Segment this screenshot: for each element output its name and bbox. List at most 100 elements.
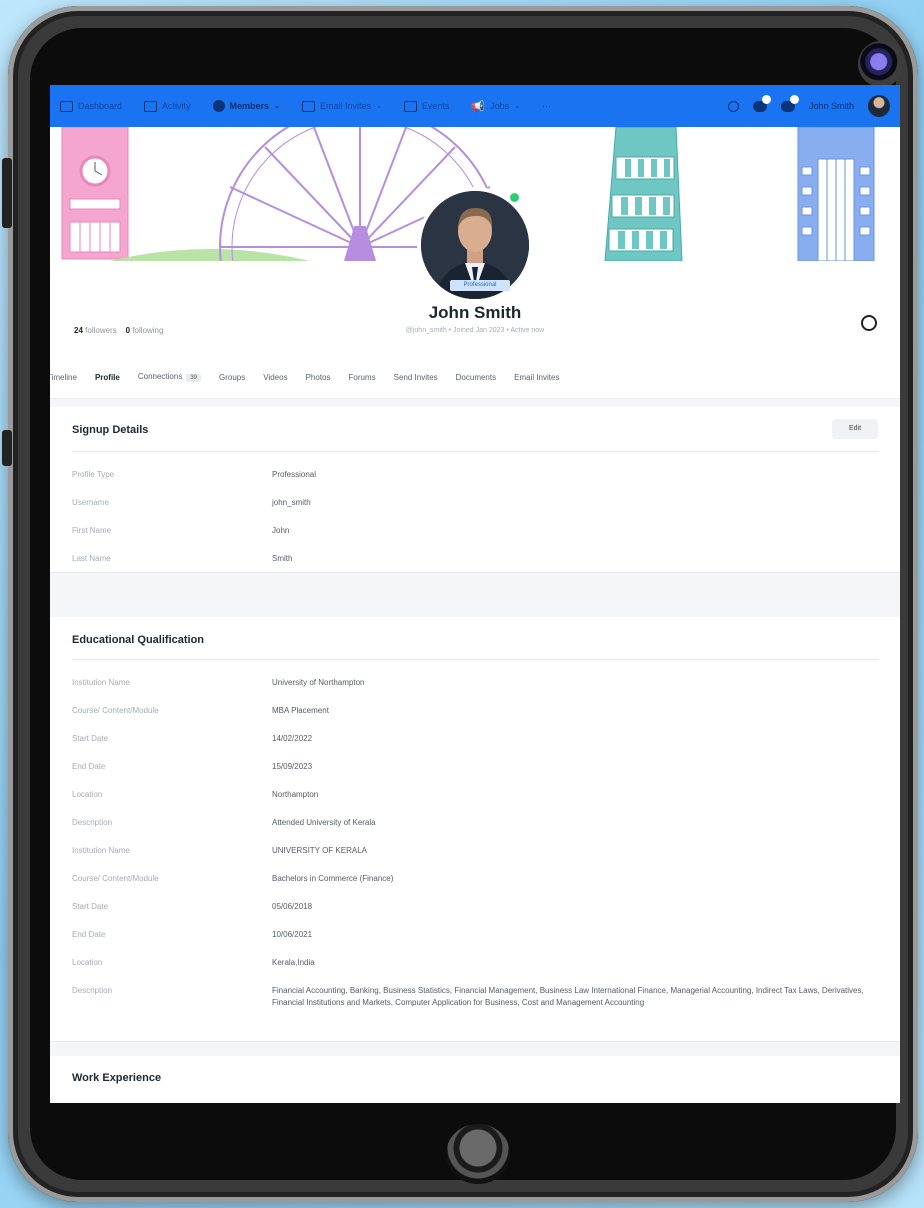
field-value: John: [272, 526, 290, 535]
signup-details-title: Signup Details: [72, 424, 149, 436]
skyscraper-illustration: [797, 127, 875, 261]
field-label: End Date: [72, 762, 106, 771]
monitor-icon: [60, 100, 73, 112]
following-label[interactable]: following: [132, 326, 163, 335]
field-label: Institution Name: [72, 846, 130, 855]
work-experience-title: Work Experience: [72, 1072, 162, 1084]
field-label: Course/ Content/Module: [72, 874, 159, 883]
field-value: 14/02/2022: [272, 734, 313, 743]
detail-row: Username john_smith: [72, 497, 878, 525]
calendar-icon: [403, 100, 417, 112]
user-name[interactable]: John Smith: [809, 101, 854, 111]
detail-row: End Date 15/09/2023: [72, 761, 878, 789]
tab-videos[interactable]: Videos: [263, 373, 287, 382]
tab-forums[interactable]: Forums: [348, 373, 375, 382]
tab-photos[interactable]: Photos: [306, 373, 331, 382]
profile-name: John Smith: [428, 303, 522, 322]
detail-row: Course/ Content/Module MBA Placement: [72, 705, 878, 733]
work-experience-card: Work Experience: [50, 1056, 900, 1103]
nav-item-members[interactable]: Members ⌄: [212, 100, 280, 112]
tab-label: Connections: [137, 372, 183, 381]
field-value: University of Northampton: [272, 678, 365, 687]
notifications-icon[interactable]: [780, 94, 799, 112]
tab-send-invites[interactable]: Send Invites: [394, 373, 438, 382]
field-value: Bachelors in Commerce (Finance): [272, 874, 394, 883]
leaning-tower-illustration: [604, 127, 683, 261]
field-label: End Date: [72, 930, 106, 939]
tab-profile[interactable]: Profile: [95, 373, 120, 382]
detail-row: Location Kerala,India: [72, 957, 878, 985]
field-value: UNIVERSITY OF KERALA: [272, 846, 367, 855]
activity-icon: [144, 100, 158, 112]
field-label: Start Date: [72, 734, 109, 743]
detail-row: Course/ Content/Module Bachelors in Comme…: [72, 873, 878, 901]
nav-more[interactable]: ···: [542, 101, 551, 111]
detail-row: Profile Type Professional: [72, 469, 878, 497]
field-label: Location: [72, 958, 103, 967]
signup-rows: Profile Type Professional Username john_sm…: [72, 469, 878, 581]
nav-item-jobs[interactable]: 📢 Jobs ⌄: [471, 100, 520, 113]
followers-label[interactable]: followers: [85, 326, 117, 335]
messages-icon[interactable]: [752, 94, 771, 112]
education-rows: Institution Name University of Northampto…: [72, 677, 878, 1009]
nav-right: John Smith: [727, 94, 890, 117]
tab-email-invites[interactable]: Email Invites: [514, 373, 559, 382]
field-value: Northampton: [272, 790, 319, 799]
profile-type-badge: Professional: [450, 280, 510, 291]
nav-item-label: Activity: [162, 101, 191, 111]
profile-meta: @john_smith • Joined Jan 2023 • Active n…: [405, 327, 545, 334]
nav-item-label: Jobs: [490, 101, 510, 111]
nav-item-label: Dashboard: [78, 101, 123, 111]
detail-row: End Date 10/06/2021: [72, 929, 878, 957]
mail-icon: [301, 100, 315, 112]
field-label: Description: [72, 986, 113, 995]
following-count: 0: [125, 326, 131, 335]
field-label: Location: [72, 790, 103, 799]
field-label: Last Name: [72, 554, 111, 563]
nav-item-events[interactable]: Events: [403, 100, 450, 112]
volume-down-button[interactable]: [2, 430, 12, 466]
field-value: 05/06/2018: [272, 902, 313, 911]
avatar[interactable]: [868, 95, 890, 117]
field-label: Profile Type: [72, 470, 115, 479]
field-value: MBA Placement: [272, 706, 329, 715]
message-icon[interactable]: [861, 315, 877, 331]
tab-documents[interactable]: Documents: [456, 373, 496, 382]
nav-item-label: Events: [421, 101, 450, 111]
detail-row: Last Name Smith: [72, 553, 878, 581]
edit-button[interactable]: Edit: [832, 419, 878, 439]
education-title: Educational Qualification: [72, 634, 205, 646]
education-card: Educational Qualification Institution Na…: [50, 617, 900, 1042]
field-label: Institution Name: [72, 678, 130, 687]
field-value: Attended University of Kerala: [272, 818, 376, 827]
search-icon[interactable]: [727, 100, 739, 112]
tab-connections[interactable]: Connections 39: [137, 372, 202, 382]
nav-item-activity[interactable]: Activity: [144, 100, 191, 112]
detail-row: Start Date 05/06/2018: [72, 901, 878, 929]
nav-item-label: Email Invites: [319, 101, 371, 111]
tab-timeline[interactable]: Timeline: [50, 373, 77, 382]
detail-row: Description Attended University of Kerala: [72, 817, 878, 845]
detail-row: Description Financial Accounting, Banking…: [72, 985, 878, 1009]
tab-groups[interactable]: Groups: [219, 373, 245, 382]
megaphone-icon: 📢: [471, 100, 486, 113]
profile-tabs: Timeline Profile Connections39 Groups Vi…: [50, 356, 900, 399]
chevron-down-icon: ⌄: [274, 103, 280, 110]
clock-tower-illustration: [61, 127, 129, 260]
field-value: 10/06/2021: [272, 930, 313, 939]
more-icon: ···: [541, 101, 551, 111]
home-button[interactable]: [446, 1124, 510, 1184]
volume-up-button[interactable]: [2, 158, 12, 228]
divider: [72, 659, 878, 660]
members-icon: [212, 100, 225, 112]
nav-item-label: Members: [229, 101, 270, 111]
field-label: First Name: [72, 526, 112, 535]
nav-item-email-invites[interactable]: Email Invites ⌄: [301, 100, 382, 112]
field-value: john_smith: [272, 498, 311, 507]
chevron-down-icon: ⌄: [375, 103, 382, 110]
follow-stats: 24 followers 0 following: [74, 326, 163, 335]
nav-item-dashboard[interactable]: Dashboard: [60, 100, 123, 112]
chevron-down-icon: ⌄: [514, 103, 520, 110]
top-nav: Dashboard Activity Members ⌄ Email Invit…: [50, 85, 900, 127]
detail-row: Institution Name UNIVERSITY OF KERALA: [72, 845, 878, 873]
